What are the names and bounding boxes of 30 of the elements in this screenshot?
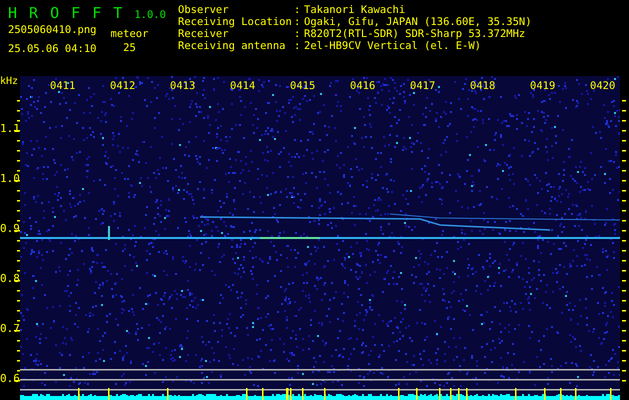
- separator: :: [294, 28, 302, 40]
- app-name: H R O F F T: [8, 4, 122, 22]
- info-label: Receiving Location: [178, 16, 293, 28]
- info-label: Observer: [178, 4, 230, 16]
- time-label: 0414: [230, 80, 256, 92]
- time-label: 0417: [410, 80, 436, 92]
- meteor-label: meteor: [110, 28, 148, 40]
- time-label: 0418: [470, 80, 496, 92]
- info-value: Ogaki, Gifu, JAPAN (136.60E, 35.35N): [304, 16, 532, 28]
- time-label: 0412: [110, 80, 136, 92]
- info-label: Receiver: [178, 28, 230, 40]
- info-label: Receiving antenna: [178, 40, 286, 52]
- time-label: 0413: [170, 80, 196, 92]
- time-label: 0419: [530, 80, 556, 92]
- version-label: 1.0.0: [134, 9, 166, 21]
- frequency-label: 0.7: [0, 323, 20, 335]
- separator: :: [294, 16, 302, 28]
- meteor-count: 25: [123, 42, 136, 54]
- file-name: 2505060410.png: [8, 24, 97, 36]
- unit-label: kHz: [0, 76, 18, 88]
- info-value: Takanori Kawachi: [304, 4, 406, 16]
- time-label: 0420: [590, 80, 616, 92]
- info-value: R820T2(RTL-SDR) SDR-Sharp 53.372MHz: [304, 28, 526, 40]
- date-time: 25.05.06 04:10: [8, 43, 97, 55]
- time-label: 0415: [290, 80, 316, 92]
- info-value: 2el-HB9CV Vertical (el. E-W): [304, 40, 482, 52]
- separator: :: [294, 40, 302, 52]
- separator: :: [294, 4, 302, 16]
- time-label: 0411: [50, 80, 76, 92]
- time-label: 0416: [350, 80, 376, 92]
